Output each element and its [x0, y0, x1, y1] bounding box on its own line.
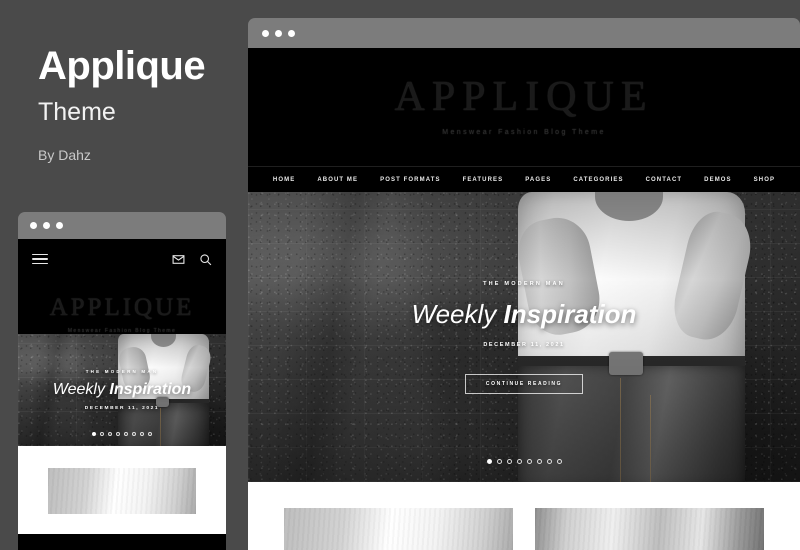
nav-item-demos[interactable]: DEMOS [704, 177, 732, 183]
site-header: APPLIQUE Menswear Fashion Blog Theme HOM… [248, 48, 800, 192]
window-controls[interactable] [30, 222, 63, 229]
mobile-carousel-dots[interactable] [18, 432, 226, 436]
window-control-dot[interactable] [288, 29, 295, 37]
promo-subtitle: Theme [38, 98, 116, 126]
window-control-dot[interactable] [56, 222, 63, 229]
carousel-dot[interactable] [516, 459, 522, 464]
carousel-dot[interactable] [116, 432, 120, 436]
window-control-dot[interactable] [275, 29, 282, 37]
hero-content: THE MODERN MAN Weekly Inspiration DECEMB… [248, 192, 800, 482]
carousel-dot[interactable] [506, 459, 512, 464]
carousel-dot[interactable] [556, 459, 562, 464]
carousel-dot[interactable] [496, 459, 502, 464]
hero-title-bold: Inspiration [109, 381, 192, 398]
desktop-preview-window: APPLIQUE Menswear Fashion Blog Theme HOM… [248, 18, 800, 550]
carousel-dot[interactable] [132, 432, 136, 436]
carousel-dot[interactable] [92, 432, 96, 436]
desktop-viewport: APPLIQUE Menswear Fashion Blog Theme HOM… [248, 48, 800, 550]
nav-item-home[interactable]: HOME [273, 177, 295, 183]
hero-category[interactable]: THE MODERN MAN [483, 281, 565, 287]
hero-date: DECEMBER 11, 2021 [483, 341, 565, 348]
nav-item-categories[interactable]: CATEGORIES [573, 177, 623, 183]
content-band [248, 482, 800, 550]
mobile-hero-slider[interactable]: THE MODERN MAN Weekly Inspiration DECEMB… [18, 334, 226, 446]
nav-item-about-me[interactable]: ABOUT ME [317, 177, 358, 183]
nav-item-contact[interactable]: CONTACT [646, 177, 683, 183]
carousel-dot[interactable] [546, 459, 552, 464]
carousel-dot[interactable] [486, 459, 492, 464]
mobile-topbar-icons [172, 253, 212, 266]
main-navigation[interactable]: HOME ABOUT ME POST FORMATS FEATURES PAGES CAT… [248, 166, 800, 192]
window-control-dot[interactable] [30, 222, 37, 229]
hero-title-light: Weekly [411, 298, 497, 329]
carousel-dot[interactable] [148, 432, 152, 436]
window-controls[interactable] [262, 29, 295, 37]
logo-wordmark: APPLIQUE [49, 294, 195, 321]
search-icon[interactable] [199, 253, 212, 266]
carousel-dot[interactable] [108, 432, 112, 436]
envelope-icon[interactable] [172, 253, 185, 266]
mobile-content-band [18, 446, 226, 534]
hero-title-bold: Inspiration [503, 298, 637, 329]
post-card[interactable] [535, 508, 764, 550]
mobile-viewport: APPLIQUE Menswear Fashion Blog Theme THE… [18, 239, 226, 550]
carousel-dot[interactable] [140, 432, 144, 436]
continue-reading-button[interactable]: CONTINUE READING [464, 373, 584, 394]
mobile-window-chrome [18, 212, 226, 239]
promo-block: Applique Theme By Dahz [38, 46, 238, 163]
post-cards [284, 508, 764, 550]
mobile-post-cards [48, 468, 196, 514]
page-title: Applique [38, 44, 206, 88]
mobile-site-logo[interactable]: APPLIQUE Menswear Fashion Blog Theme [18, 279, 226, 334]
window-control-dot[interactable] [262, 29, 269, 37]
desktop-hero-slider[interactable]: THE MODERN MAN Weekly Inspiration DECEMB… [248, 192, 800, 482]
hero-date: DECEMBER 11, 2021 [84, 406, 160, 411]
nav-item-shop[interactable]: SHOP [754, 177, 775, 183]
hero-title[interactable]: Weekly Inspiration [53, 381, 191, 399]
mobile-preview-window: APPLIQUE Menswear Fashion Blog Theme THE… [18, 212, 226, 550]
carousel-dot[interactable] [100, 432, 104, 436]
site-logo[interactable]: APPLIQUE Menswear Fashion Blog Theme [248, 48, 800, 136]
hamburger-icon[interactable] [32, 253, 48, 265]
desktop-carousel-dots[interactable] [248, 459, 800, 464]
post-card[interactable] [284, 508, 513, 550]
hero-content: THE MODERN MAN Weekly Inspiration DECEMB… [18, 334, 226, 446]
hero-title-light: Weekly [52, 381, 105, 398]
mobile-topbar [18, 239, 226, 279]
post-card[interactable] [48, 468, 196, 514]
nav-item-post-formats[interactable]: POST FORMATS [380, 177, 440, 183]
logo-wordmark: APPLIQUE [394, 74, 654, 120]
nav-item-features[interactable]: FEATURES [463, 177, 504, 183]
hero-title[interactable]: Weekly Inspiration [412, 299, 637, 330]
promo-author: By Dahz [38, 147, 91, 163]
logo-tagline: Menswear Fashion Blog Theme [442, 129, 606, 136]
carousel-dot[interactable] [536, 459, 542, 464]
window-control-dot[interactable] [43, 222, 50, 229]
nav-item-pages[interactable]: PAGES [525, 177, 551, 183]
hero-category[interactable]: THE MODERN MAN [86, 369, 159, 374]
desktop-window-chrome [248, 18, 800, 48]
carousel-dot[interactable] [124, 432, 128, 436]
carousel-dot[interactable] [526, 459, 532, 464]
